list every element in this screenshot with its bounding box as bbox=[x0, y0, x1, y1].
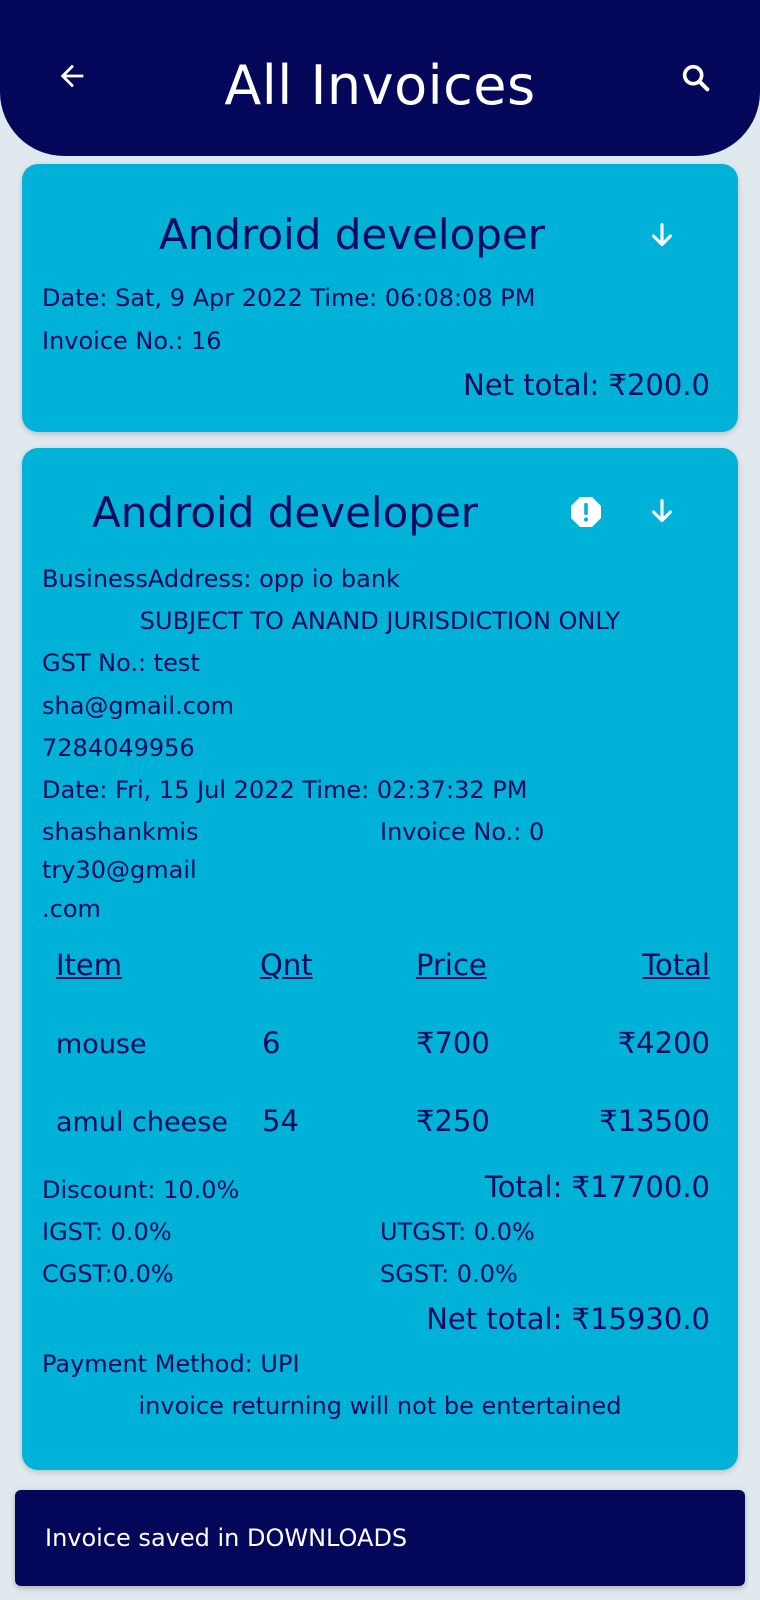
customer-email-line3: .com bbox=[42, 895, 101, 923]
business-address: BusinessAddress: opp io bank bbox=[42, 565, 400, 593]
customer-email-line2: try30@gmail bbox=[42, 856, 197, 884]
row-price: ₹250 bbox=[416, 1104, 490, 1138]
arrow-down-icon bbox=[651, 499, 673, 523]
invoice-title: Android developer bbox=[158, 210, 546, 259]
snackbar-message: Invoice saved in DOWNLOADS bbox=[45, 1524, 408, 1552]
cgst: CGST:0.0% bbox=[42, 1260, 174, 1288]
page-title: All Invoices bbox=[224, 54, 536, 117]
row-item: amul cheese bbox=[56, 1107, 228, 1138]
row-item: mouse bbox=[56, 1029, 147, 1060]
search-icon bbox=[682, 64, 710, 92]
row-total: ₹13500 bbox=[599, 1104, 710, 1138]
invoice-card-expanded[interactable]: Android developer BusinessAddress: opp i… bbox=[22, 448, 738, 1470]
business-email: sha@gmail.com bbox=[42, 692, 234, 720]
sgst: SGST: 0.0% bbox=[380, 1260, 518, 1288]
invoice-card[interactable]: Android developer Date: Sat, 9 Apr 2022 … bbox=[22, 164, 738, 432]
download-button[interactable] bbox=[640, 214, 684, 258]
discount: Discount: 10.0% bbox=[42, 1176, 240, 1204]
invoice-date: Date: Fri, 15 Jul 2022 Time: 02:37:32 PM bbox=[42, 776, 528, 804]
row-price: ₹700 bbox=[416, 1026, 490, 1060]
igst: IGST: 0.0% bbox=[42, 1218, 172, 1246]
row-qnt: 6 bbox=[262, 1026, 281, 1060]
row-qnt: 54 bbox=[262, 1104, 299, 1138]
invoice-number: Invoice No.: 0 bbox=[380, 818, 545, 846]
payment-method: Payment Method: UPI bbox=[42, 1350, 300, 1378]
gst-number: GST No.: test bbox=[42, 649, 200, 677]
app-bar: All Invoices bbox=[0, 0, 760, 156]
alert-button[interactable] bbox=[564, 490, 608, 534]
net-total: Net total: ₹15930.0 bbox=[426, 1302, 710, 1336]
column-header-total: Total bbox=[642, 948, 710, 982]
net-total: Net total: ₹200.0 bbox=[463, 368, 710, 402]
return-policy-note: invoice returning will not be entertaine… bbox=[138, 1392, 622, 1420]
exclamation-circle-icon bbox=[571, 497, 601, 527]
customer-email-line1: shashankmis bbox=[42, 818, 199, 846]
invoice-title: Android developer bbox=[92, 488, 479, 537]
column-header-price: Price bbox=[416, 948, 487, 982]
column-header-item: Item bbox=[56, 948, 123, 982]
jurisdiction-note: SUBJECT TO ANAND JURISDICTION ONLY bbox=[139, 607, 621, 635]
utgst: UTGST: 0.0% bbox=[380, 1218, 535, 1246]
invoice-number: Invoice No.: 16 bbox=[42, 327, 222, 355]
snackbar: Invoice saved in DOWNLOADS bbox=[15, 1490, 745, 1586]
invoice-date: Date: Sat, 9 Apr 2022 Time: 06:08:08 PM bbox=[42, 284, 536, 312]
total: Total: ₹17700.0 bbox=[484, 1170, 710, 1204]
row-total: ₹4200 bbox=[617, 1026, 710, 1060]
search-button[interactable] bbox=[674, 56, 718, 100]
business-phone: 7284049956 bbox=[42, 734, 195, 762]
column-header-qnt: Qnt bbox=[260, 948, 313, 982]
download-button[interactable] bbox=[640, 490, 684, 534]
arrow-down-icon bbox=[651, 223, 673, 247]
